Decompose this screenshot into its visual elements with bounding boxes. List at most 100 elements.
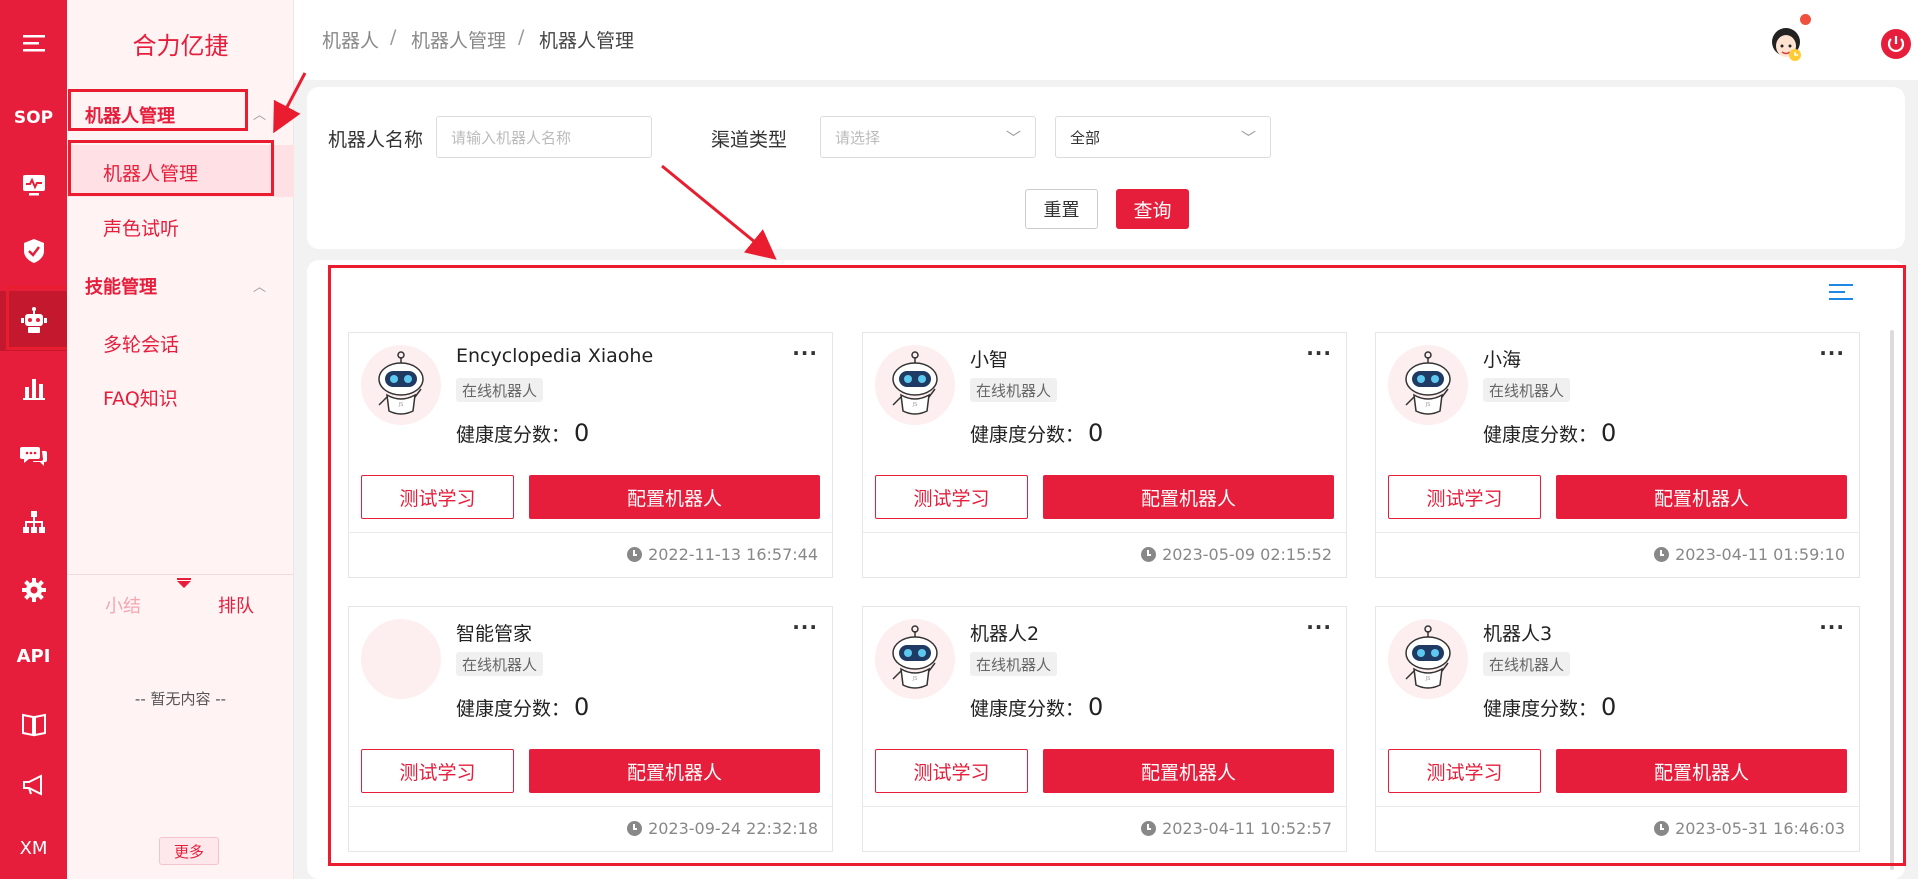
channel-type-select[interactable]: 请选择 ﹀ [820,116,1036,158]
rail-item-api[interactable]: API [0,628,67,684]
robot-name-input[interactable]: 请输入机器人名称 [436,116,652,158]
notification-dot [1800,14,1811,25]
test-learn-button[interactable]: 测试学习 [875,749,1028,793]
submenu-panel: 合力亿捷 机器人管理 ︿ 机器人管理 声色试听 技能管理 ︿ 多轮会话 FAQ知… [67,0,294,879]
robot-name: 智能管家 [456,623,533,645]
empty-note: -- 暂无内容 -- [134,690,227,708]
menu-item-multi-turn[interactable]: 多轮会话 [103,330,179,357]
more-dots-icon[interactable]: ··· [1819,341,1845,365]
test-learn-button[interactable]: 测试学习 [875,475,1028,519]
timestamp: 2023-09-24 22:32:18 [627,819,818,838]
bar-chart-icon[interactable] [0,360,67,416]
shield-icon[interactable] [0,223,67,279]
reset-button[interactable]: 重置 [1025,189,1098,229]
channel-type-label: 渠道类型 [711,129,788,151]
submenu-divider [67,574,294,575]
card-divider [863,806,1346,807]
scrollbar[interactable] [1890,330,1894,870]
robot-card[interactable]: JS 小海 ··· 在线机器人 健康度分数： 0 测试学习 配置机器人 2023-… [1375,332,1860,578]
robot-card[interactable]: JS Encyclopedia Xiaohe ··· 在线机器人 健康度分数： 0… [348,332,833,578]
menu-item-robot-mgmt[interactable]: 机器人管理 [103,159,198,186]
config-robot-button[interactable]: 配置机器人 [529,475,820,519]
clock-icon [1654,821,1670,836]
chevron-up-icon[interactable]: ︿ [253,104,266,123]
tab-queue[interactable]: 排队 [218,592,254,618]
health-value: 0 [1601,693,1617,721]
menu-item-faq[interactable]: FAQ知识 [103,384,178,411]
test-learn-button[interactable]: 测试学习 [1388,749,1541,793]
clock-icon [1141,547,1157,562]
config-robot-button[interactable]: 配置机器人 [1556,475,1847,519]
power-icon[interactable] [1880,28,1912,60]
more-dots-icon[interactable]: ··· [792,615,818,639]
health-value: 0 [574,419,590,447]
clock-icon [627,821,643,836]
test-learn-button[interactable]: 测试学习 [361,475,514,519]
scope-value: 全部 [1070,128,1101,147]
robot-icon[interactable] [0,291,67,351]
robot-name-label: 机器人名称 [328,129,424,151]
timestamp: 2023-05-31 16:46:03 [1654,819,1845,838]
robot-card[interactable]: JS 机器人3 ··· 在线机器人 健康度分数： 0 测试学习 配置机器人 202… [1375,606,1860,852]
config-robot-button[interactable]: 配置机器人 [1043,749,1334,793]
chat-icon[interactable] [0,428,67,484]
svg-text:JS: JS [398,402,404,408]
breadcrumb-robot[interactable]: 机器人 [322,26,379,53]
tab-indicator-bar [177,578,191,580]
menu-item-voice-preview[interactable]: 声色试听 [103,214,179,241]
rail-item-xm[interactable]: XM [0,820,67,876]
org-tree-icon[interactable] [0,495,67,551]
health-label: 健康度分数： [456,424,571,446]
test-learn-button[interactable]: 测试学习 [1388,475,1541,519]
status-badge: 在线机器人 [970,378,1058,402]
robot-card[interactable]: JS 小智 ··· 在线机器人 健康度分数： 0 测试学习 配置机器人 2023-… [862,332,1347,578]
status-badge: 在线机器人 [1483,652,1571,676]
menu-group-robot-mgmt[interactable]: 机器人管理 [85,102,175,128]
tab-indicator-icon [177,581,191,588]
clock-icon [1141,821,1157,836]
query-button[interactable]: 查询 [1116,189,1189,229]
robot-name: 小海 [1483,349,1522,371]
robot-card[interactable]: JS 机器人2 ··· 在线机器人 健康度分数： 0 测试学习 配置机器人 202… [862,606,1347,852]
avatar[interactable] [1768,22,1812,66]
rail-item-sop[interactable]: SOP [0,90,67,146]
book-icon[interactable] [0,696,67,752]
robot-avatar: JS [1388,345,1468,425]
scope-select[interactable]: 全部 ﹀ [1055,116,1271,158]
menu-group-skill-mgmt[interactable]: 技能管理 [85,273,157,299]
health-label: 健康度分数： [970,424,1085,446]
status-badge: 在线机器人 [456,652,544,676]
config-robot-button[interactable]: 配置机器人 [1043,475,1334,519]
hamburger-icon[interactable] [0,15,67,71]
config-robot-button[interactable]: 配置机器人 [529,749,820,793]
test-learn-button[interactable]: 测试学习 [361,749,514,793]
more-dots-icon[interactable]: ··· [1819,615,1845,639]
more-dots-icon[interactable]: ··· [792,341,818,365]
config-robot-button[interactable]: 配置机器人 [1556,749,1847,793]
robot-card[interactable]: 智能管家 ··· 在线机器人 健康度分数： 0 测试学习 配置机器人 2023-0… [348,606,833,852]
card-divider [349,806,832,807]
gear-icon[interactable] [0,562,67,618]
tab-summary[interactable]: 小结 [105,592,141,618]
list-view-icon[interactable] [1829,284,1853,304]
breadcrumb-robot-mgmt[interactable]: 机器人管理 [411,26,506,53]
chevron-up-icon[interactable]: ︿ [253,276,266,295]
timestamp-text: 2023-04-11 01:59:10 [1675,545,1845,564]
icon-rail: SOP API XM [0,0,67,879]
more-button[interactable]: 更多 [159,837,219,865]
robot-avatar: JS [1388,619,1468,699]
robot-name: 机器人2 [970,623,1040,645]
status-badge: 在线机器人 [970,652,1058,676]
brand-title: 合力亿捷 [132,32,229,60]
monitor-icon[interactable] [0,157,67,213]
health-label: 健康度分数： [1483,698,1598,720]
svg-text:JS: JS [1425,676,1431,682]
card-divider [1376,806,1859,807]
robot-avatar: JS [361,345,441,425]
more-dots-icon[interactable]: ··· [1306,341,1332,365]
card-divider [349,532,832,533]
timestamp-text: 2023-04-11 10:52:57 [1162,819,1332,838]
megaphone-icon[interactable] [0,757,67,813]
more-dots-icon[interactable]: ··· [1306,615,1332,639]
health-label: 健康度分数： [456,698,571,720]
